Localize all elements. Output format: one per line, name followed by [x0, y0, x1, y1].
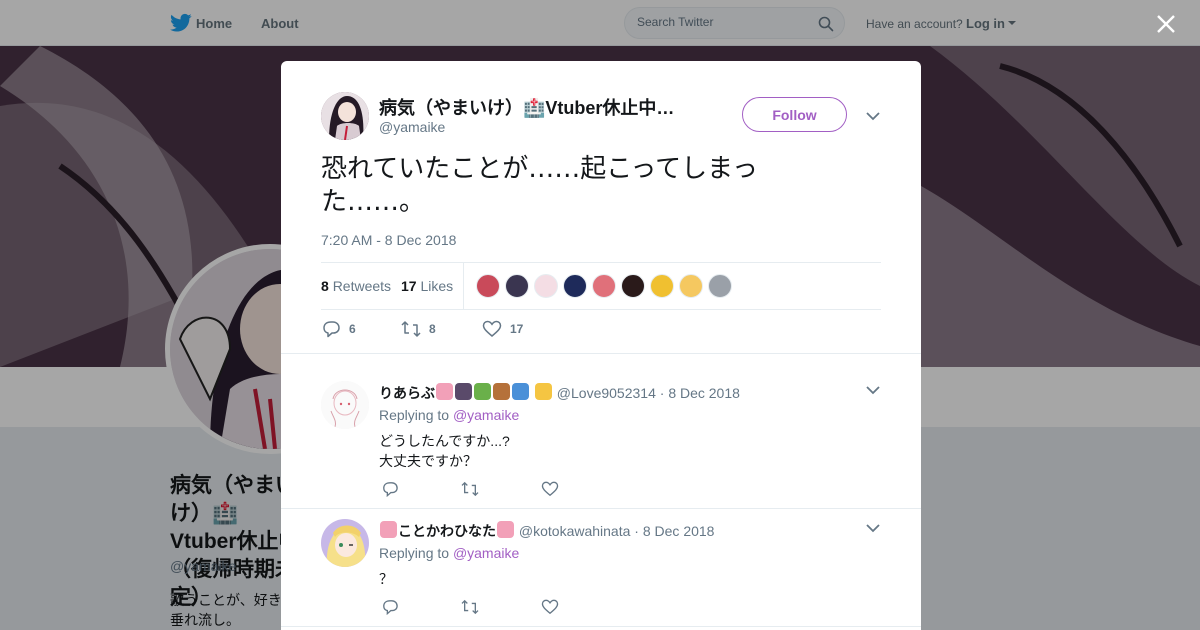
replying-prefix: Replying to: [379, 545, 450, 561]
retweet-action[interactable]: 8: [401, 320, 436, 338]
liker-avatar[interactable]: [708, 274, 732, 298]
replying-prefix: Replying to: [379, 407, 450, 423]
retweets-count: 8: [321, 278, 329, 294]
retweet-icon[interactable]: [461, 481, 479, 497]
reply-author-name[interactable]: ことかわひなた: [398, 523, 496, 539]
reply-icon[interactable]: [381, 599, 399, 615]
replying-to: Replying to @yamaike: [379, 407, 519, 423]
reply-actions: [381, 481, 581, 499]
likes-stat[interactable]: 17 Likes: [401, 278, 453, 294]
retweet-icon: [401, 321, 421, 337]
cityscape-emoji-icon: [455, 383, 472, 400]
retweet-count: 8: [429, 322, 436, 336]
tweet-text: 恐れていたことが……起こってしまった……。: [321, 154, 759, 217]
reply-count: 6: [349, 322, 356, 336]
follow-button[interactable]: Follow: [742, 97, 847, 132]
replying-to-link[interactable]: @yamaike: [453, 407, 519, 423]
liker-avatar[interactable]: [563, 274, 587, 298]
stats-divider: [463, 263, 464, 310]
heart-icon: [482, 320, 502, 337]
reply-author-handle[interactable]: @Love9052314: [557, 385, 656, 401]
reply-action[interactable]: 6: [321, 320, 356, 338]
reply-date[interactable]: 8 Dec 2018: [668, 385, 740, 401]
retweets-stat[interactable]: 8 Retweets: [321, 278, 391, 294]
reply-divider: [281, 626, 921, 627]
reply-author-name[interactable]: りあらぶ: [379, 385, 435, 401]
reply-avatar-art: [321, 519, 369, 567]
separator-dot: ·: [634, 523, 639, 539]
author-name[interactable]: 病気（やまいけ）🏥Vtuber休止中…: [379, 94, 674, 120]
chevron-down-icon[interactable]: [866, 111, 880, 121]
bear-emoji-icon: [493, 383, 510, 400]
tulip-emoji-icon: [497, 521, 514, 538]
likes-count: 17: [401, 278, 417, 294]
reply-icon: [323, 321, 340, 338]
reply-header: ことかわひなた @kotokawahinata · 8 Dec 2018: [379, 521, 714, 541]
author-avatar-art: [321, 92, 369, 140]
liker-avatar[interactable]: [650, 274, 674, 298]
liker-avatar[interactable]: [476, 274, 500, 298]
dizzy-emoji-icon: [534, 383, 552, 400]
chevron-down-icon[interactable]: [866, 523, 880, 533]
author-avatar[interactable]: [321, 92, 369, 140]
author-handle[interactable]: @yamaike: [379, 119, 445, 135]
heart-icon[interactable]: [541, 481, 559, 497]
section-divider: [281, 353, 921, 354]
liker-avatar[interactable]: [679, 274, 703, 298]
tulip-emoji-icon: [380, 521, 397, 538]
reply-header: りあらぶ @Love9052314 · 8 Dec 2018: [379, 383, 740, 403]
reply-avatar[interactable]: [321, 381, 369, 429]
tweet-modal: 病気（やまいけ）🏥Vtuber休止中… @yamaike Follow 恐れてい…: [281, 61, 921, 630]
heart-icon[interactable]: [541, 599, 559, 615]
reply-avatar[interactable]: [321, 519, 369, 567]
reply-item[interactable]: ことかわひなた @kotokawahinata · 8 Dec 2018 Rep…: [281, 519, 921, 629]
reply-author-handle[interactable]: @kotokawahinata: [519, 523, 631, 539]
reply-text: どうしたんですか...? 大丈夫ですか？: [379, 433, 510, 469]
reply-avatar-art: [321, 381, 369, 429]
liker-avatar[interactable]: [621, 274, 645, 298]
reply-item[interactable]: りあらぶ @Love9052314 · 8 Dec 2018 Replying …: [281, 381, 921, 508]
reply-actions: [381, 599, 581, 617]
chevron-down-icon[interactable]: [866, 385, 880, 395]
like-action[interactable]: 17: [482, 320, 523, 338]
likes-label: Likes: [420, 278, 454, 294]
liker-avatar[interactable]: [505, 274, 529, 298]
like-count: 17: [510, 322, 524, 336]
close-icon[interactable]: [1156, 14, 1176, 34]
replying-to: Replying to @yamaike: [379, 545, 519, 561]
reply-icon[interactable]: [381, 481, 399, 497]
retweet-icon[interactable]: [461, 599, 479, 615]
reply-text: ？: [379, 571, 393, 587]
globe-emoji-icon: [512, 383, 529, 400]
retweets-label: Retweets: [332, 278, 392, 294]
separator-dot: ·: [659, 385, 665, 401]
reply-date[interactable]: 8 Dec 2018: [643, 523, 715, 539]
tweet-stats: 8 Retweets 17 Likes: [321, 262, 881, 310]
replying-to-link[interactable]: @yamaike: [453, 545, 519, 561]
tweet-actions: 6 8 17: [321, 320, 621, 340]
liker-avatar[interactable]: [534, 274, 558, 298]
tweet-timestamp[interactable]: 7:20 AM - 8 Dec 2018: [321, 232, 456, 248]
tulip-emoji-icon: [436, 383, 453, 400]
liker-avatar[interactable]: [592, 274, 616, 298]
cactus-emoji-icon: [474, 383, 491, 400]
reply-divider: [281, 508, 921, 509]
